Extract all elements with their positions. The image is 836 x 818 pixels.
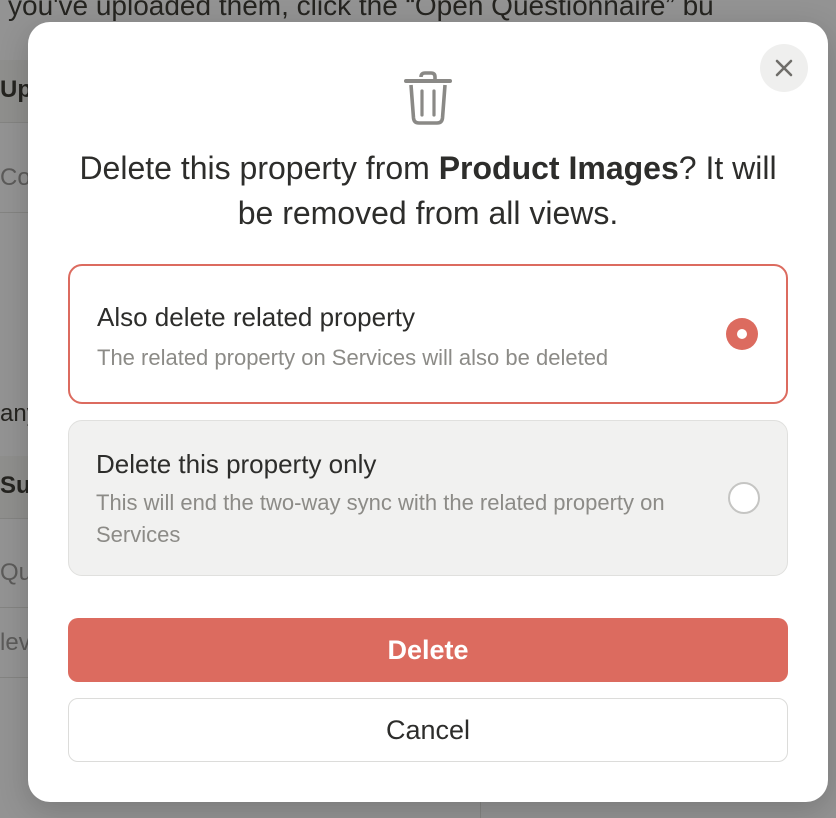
cancel-button[interactable]: Cancel xyxy=(68,698,788,762)
delete-button[interactable]: Delete xyxy=(68,618,788,682)
close-button[interactable] xyxy=(760,44,808,92)
option-title: Delete this property only xyxy=(96,449,377,479)
dialog-title: Delete this property from Product Images… xyxy=(58,146,798,236)
radio-unselected[interactable] xyxy=(728,482,760,514)
option-delete-related[interactable]: Also delete related property The related… xyxy=(68,264,788,404)
option-title: Also delete related property xyxy=(97,302,415,332)
option-delete-only-this[interactable]: Delete this property only This will end … xyxy=(68,420,788,576)
delete-property-dialog: Delete this property from Product Images… xyxy=(28,22,828,802)
option-description: This will end the two-way sync with the … xyxy=(96,490,665,547)
database-name: Product Images xyxy=(438,150,679,186)
trash-icon xyxy=(402,70,454,126)
option-description: The related property on Services will al… xyxy=(97,345,609,370)
title-text: Delete this property from xyxy=(79,150,439,186)
close-icon xyxy=(774,58,794,78)
radio-selected[interactable] xyxy=(726,318,758,350)
